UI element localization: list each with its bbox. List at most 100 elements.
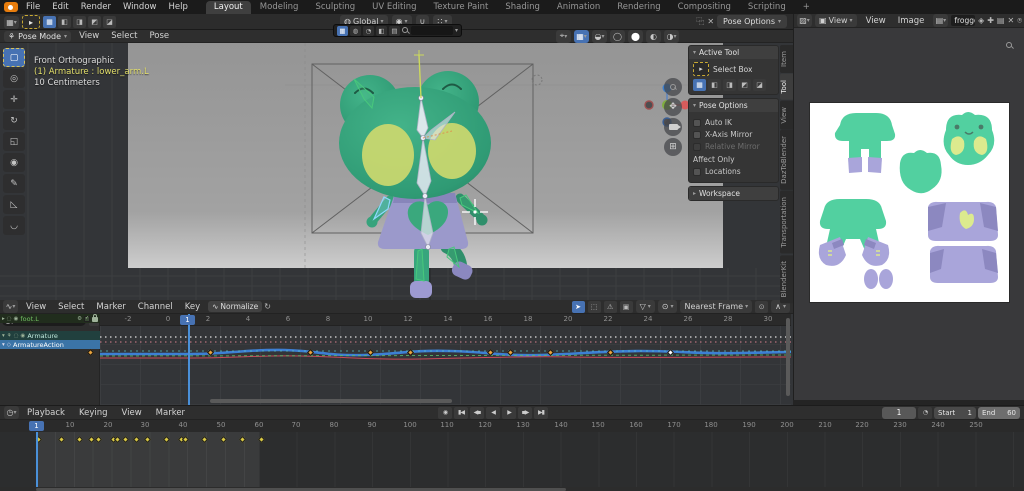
menu-item[interactable]: Window bbox=[117, 0, 163, 14]
texture-image[interactable] bbox=[810, 103, 1009, 302]
tool-button[interactable]: ◡ bbox=[3, 216, 25, 235]
overlays-dropdown[interactable]: ▦▾ bbox=[574, 30, 589, 43]
fake-user-icon[interactable]: ◈ bbox=[978, 16, 984, 25]
next-keyframe-icon[interactable]: ▪▶ bbox=[518, 407, 532, 419]
gizmo-dropdown[interactable]: ⌖▾ bbox=[556, 30, 571, 43]
camera-view-icon[interactable] bbox=[664, 118, 682, 136]
ghost-curves-icon[interactable]: ▣ bbox=[620, 301, 633, 313]
tool-button[interactable]: ↻ bbox=[3, 111, 25, 130]
orthographic-toggle-icon[interactable]: ⊞ bbox=[664, 138, 682, 156]
editor-type-icon[interactable]: ◷▾ bbox=[4, 406, 19, 419]
screen-icon[interactable]: ⿻ bbox=[696, 16, 704, 27]
errors-icon[interactable]: ⚠ bbox=[604, 301, 617, 313]
pivot-icon[interactable]: ⊙ bbox=[755, 301, 768, 313]
workspace-tab[interactable]: UV Editing bbox=[364, 1, 424, 14]
select-mode-button[interactable]: ▦ bbox=[693, 79, 706, 91]
editor-type-icon[interactable]: ▨▾ bbox=[797, 14, 812, 27]
jump-to-end-icon[interactable]: ▶▮ bbox=[534, 407, 548, 419]
graph-menu-item[interactable]: Marker bbox=[90, 300, 131, 314]
shading-rendered-icon[interactable]: ◑▾ bbox=[664, 30, 679, 43]
select-mode-button[interactable]: ◩ bbox=[88, 16, 101, 28]
pin-icon[interactable]: ⍟ bbox=[1017, 16, 1022, 26]
shading-material-icon[interactable]: ◐ bbox=[646, 30, 661, 43]
viewport-menu-item[interactable]: Select bbox=[105, 29, 143, 43]
timeline-menu-item[interactable]: Playback bbox=[21, 406, 71, 420]
select-mode-button[interactable]: ◨ bbox=[723, 79, 736, 91]
timeline-menu-item[interactable]: Marker bbox=[150, 406, 191, 420]
mesh-layer-icon[interactable]: ▤ bbox=[389, 26, 400, 36]
sidebar-tab[interactable]: Tool bbox=[780, 74, 793, 100]
timeline-menu-item[interactable]: Keying bbox=[73, 406, 114, 420]
panel-header-pose-options[interactable]: ▾Pose Options bbox=[689, 99, 778, 112]
timeline-menu-item[interactable]: View bbox=[116, 406, 148, 420]
select-mode-button[interactable]: ◪ bbox=[753, 79, 766, 91]
play-reverse-icon[interactable]: ◀ bbox=[486, 407, 500, 419]
blender-logo-icon[interactable] bbox=[4, 2, 18, 12]
workspace-tab[interactable]: Sculpting bbox=[307, 1, 363, 14]
start-frame-field[interactable]: Start1 bbox=[934, 407, 976, 419]
proportional-dropdown[interactable]: ⊙▾ bbox=[658, 300, 678, 313]
zoom-icon[interactable] bbox=[1006, 42, 1013, 52]
workspace-tab[interactable]: Animation bbox=[549, 1, 608, 14]
select-mode-button[interactable]: ◩ bbox=[738, 79, 751, 91]
image-datablock-icon[interactable]: ▤▾ bbox=[933, 14, 948, 27]
graph-menu-item[interactable]: View bbox=[20, 300, 52, 314]
tool-button[interactable]: ✎ bbox=[3, 174, 25, 193]
workspace-tab[interactable]: Scripting bbox=[740, 1, 794, 14]
playhead[interactable] bbox=[188, 314, 190, 405]
shading-solid-icon[interactable]: ⬤ bbox=[628, 30, 643, 43]
collection-icon[interactable]: ◍ bbox=[350, 26, 361, 36]
image-mode-dropdown[interactable]: ▣ View▾ bbox=[815, 14, 857, 27]
image-name-field[interactable]: froggo_tex bbox=[951, 15, 975, 26]
snap-frame-dropdown[interactable]: Nearest Frame▾ bbox=[680, 300, 752, 313]
workspace-tab[interactable]: Modeling bbox=[252, 1, 307, 14]
sidebar-tab[interactable]: BlenderKit bbox=[780, 255, 793, 303]
viewport-menu-item[interactable]: View bbox=[73, 29, 105, 43]
tool-button[interactable]: ◉ bbox=[3, 153, 25, 172]
image-menu-item[interactable]: View bbox=[860, 14, 892, 28]
sidebar-tab[interactable]: Transportation bbox=[780, 191, 793, 254]
filter-field[interactable] bbox=[411, 26, 453, 35]
panel-header-workspace[interactable]: ▸Workspace bbox=[689, 187, 778, 200]
close-icon[interactable]: ✕ bbox=[707, 17, 714, 26]
locations-row[interactable]: Locations bbox=[693, 167, 774, 176]
workspace-tab[interactable]: + bbox=[795, 1, 818, 14]
hidden-curves-icon[interactable]: ⬚ bbox=[588, 301, 601, 313]
jump-to-start-icon[interactable]: ▮◀ bbox=[454, 407, 468, 419]
auto-keying-icon[interactable]: ◉ bbox=[438, 407, 452, 419]
menu-item[interactable]: Edit bbox=[46, 0, 74, 14]
checkbox-row[interactable]: X-Axis Mirror bbox=[693, 130, 774, 139]
armature-layer-icon[interactable]: ◧ bbox=[376, 26, 387, 36]
pan-hand-icon[interactable]: ✥ bbox=[664, 98, 682, 116]
unlink-icon[interactable]: ✕ bbox=[1007, 16, 1014, 25]
graph-menu-item[interactable]: Channel bbox=[132, 300, 179, 314]
normalize-button[interactable]: ∿ Normalize bbox=[208, 301, 262, 312]
select-mode-button[interactable]: ▦ bbox=[43, 16, 56, 28]
checkbox-row[interactable]: Relative Mirror bbox=[693, 142, 774, 151]
xray-dropdown[interactable]: ◒▾ bbox=[592, 30, 607, 43]
vertical-scrollbar[interactable] bbox=[786, 318, 790, 396]
checkbox[interactable] bbox=[693, 168, 701, 176]
channel-enable-checkbox[interactable] bbox=[84, 316, 90, 322]
image-menu-item[interactable]: Image bbox=[892, 14, 931, 28]
current-frame-field[interactable]: 1 bbox=[882, 407, 916, 419]
menu-item[interactable]: Help bbox=[162, 0, 193, 14]
channel-bone[interactable]: ▸◌◉ foot.L ⚙ bbox=[0, 314, 100, 323]
graph-menu-item[interactable]: Select bbox=[52, 300, 90, 314]
editor-type-icon[interactable]: ∿▾ bbox=[3, 300, 18, 313]
graph-menu-item[interactable]: Key bbox=[179, 300, 206, 314]
sidebar-tab[interactable]: Item bbox=[780, 45, 793, 73]
workspace-tab[interactable]: Compositing bbox=[670, 1, 739, 14]
graph-ruler[interactable]: -2024681012141618202224262830 bbox=[100, 314, 791, 326]
channel-action[interactable]: ▾◇ ArmatureAction bbox=[0, 340, 100, 349]
menu-item[interactable]: Render bbox=[75, 0, 117, 14]
checkbox[interactable] bbox=[693, 119, 701, 127]
sidebar-tab[interactable]: DazToBlender bbox=[780, 130, 793, 190]
only-selected-icon[interactable]: ➤ bbox=[572, 301, 585, 313]
timeline-ruler[interactable]: 1020304050607080901001101201301401501601… bbox=[0, 420, 1024, 432]
tool-button[interactable]: ✛ bbox=[3, 90, 25, 109]
preview-range-icon[interactable]: ◔ bbox=[918, 407, 932, 419]
active-tool-row[interactable]: ▸ Select Box bbox=[693, 62, 774, 76]
workspace-tab[interactable]: Texture Paint bbox=[426, 1, 497, 14]
open-image-icon[interactable]: ▤ bbox=[997, 16, 1005, 25]
